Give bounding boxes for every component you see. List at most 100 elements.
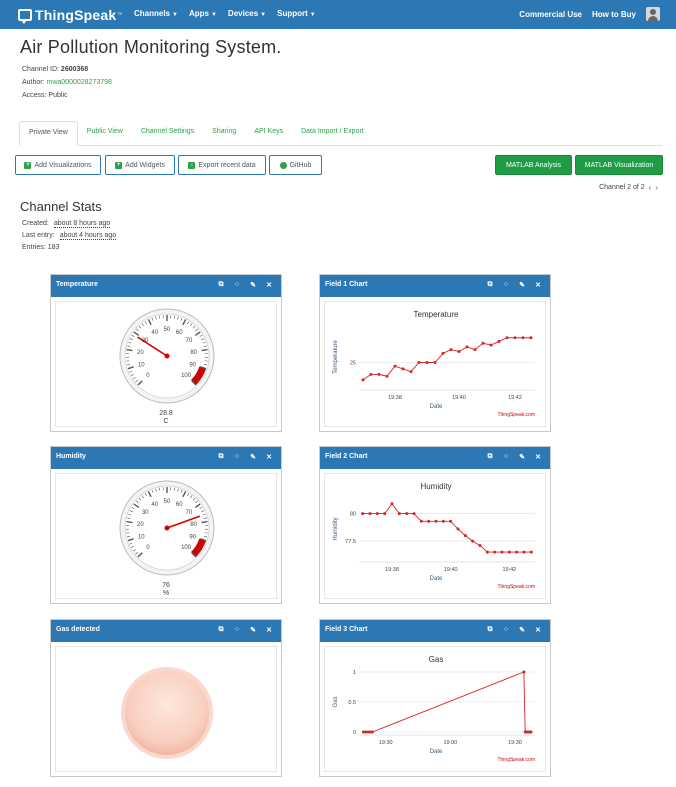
data-point: [425, 361, 429, 364]
popout-icon[interactable]: ⧉: [217, 453, 225, 461]
nav-menu: Channels ▼ Apps ▼ Devices ▼ Support ▼: [134, 9, 316, 18]
field1-line-chart: Temperature 25 19:38 19:40 19:42 Date Temperat…: [333, 310, 535, 418]
pencil-icon[interactable]: ✎: [518, 453, 526, 461]
close-icon[interactable]: ✕: [534, 626, 542, 634]
nav-commercial-use[interactable]: Commercial Use: [519, 10, 582, 19]
x-tick-label: 19:00: [443, 740, 457, 746]
thingspeak-logo[interactable]: ThingSpeak ™: [18, 6, 122, 24]
data-point: [401, 367, 405, 371]
popout-icon[interactable]: ⧉: [486, 281, 494, 289]
gauge-needle-hub: [164, 353, 170, 359]
tab-public-view[interactable]: Public View: [78, 121, 132, 145]
nav-support[interactable]: Support ▼: [277, 9, 316, 18]
comment-icon[interactable]: ○: [502, 453, 510, 461]
y-axis-label: Humidity: [333, 517, 339, 540]
pencil-icon[interactable]: ✎: [518, 626, 526, 634]
x-tick-label: 19:40: [452, 395, 466, 401]
field3-chart-widget: Field 3 Chart ⧉ ○ ✎ ✕ Gas 1 0.5 0 19:30 19:00 19:…: [319, 619, 551, 777]
channel-author: Author: mwa0000028273798: [22, 79, 112, 86]
field1-chart-widget: Field 1 Chart ⧉ ○ ✎ ✕ Temperature 25 19:38 19:…: [319, 274, 551, 432]
data-point: [513, 336, 517, 340]
gauge-tick-label: 60: [176, 330, 183, 336]
chevron-left-icon[interactable]: ‹: [649, 183, 652, 192]
x-tick-label: 19:30: [508, 740, 522, 746]
popout-icon[interactable]: ⧉: [486, 626, 494, 634]
gauge-major-tick: [201, 520, 208, 524]
tab-private-view[interactable]: Private View: [19, 121, 78, 146]
popout-icon[interactable]: ⧉: [217, 626, 225, 634]
gauge-unit: C: [163, 418, 169, 425]
popout-icon[interactable]: ⧉: [217, 281, 225, 289]
data-point: [485, 550, 489, 554]
tab-api-keys[interactable]: API Keys: [245, 121, 292, 145]
close-icon[interactable]: ✕: [265, 453, 273, 461]
data-point: [419, 519, 423, 523]
nav-apps[interactable]: Apps ▼: [189, 9, 217, 18]
download-icon: ↓: [188, 161, 196, 169]
y-tick-label: 0: [353, 730, 356, 736]
brand-trademark: ™: [117, 12, 123, 18]
data-point: [529, 550, 533, 554]
close-icon[interactable]: ✕: [265, 281, 273, 289]
tab-channel-settings[interactable]: Channel Settings: [132, 121, 203, 145]
data-point: [515, 550, 519, 554]
close-icon[interactable]: ✕: [265, 626, 273, 634]
chevron-right-icon[interactable]: ›: [655, 183, 658, 192]
gauge-major-tick: [126, 520, 133, 524]
nav-how-to-buy[interactable]: How to Buy: [592, 10, 636, 19]
chat-bubble-icon: [18, 9, 32, 24]
comment-icon[interactable]: ○: [233, 281, 241, 289]
gauge-panel: 0 10 20 30 40 50 60 70 80 90 100 76 %: [55, 473, 277, 599]
gauge-tick-label: 50: [164, 327, 171, 333]
gas-detected-widget: Gas detected ⧉ ○ ✎ ✕: [50, 619, 282, 777]
matlab-visualization-button[interactable]: MATLAB Visualization: [575, 155, 663, 175]
comment-icon[interactable]: ○: [502, 281, 510, 289]
widget-title: Field 1 Chart: [325, 281, 368, 288]
x-axis-label: Date: [430, 576, 443, 582]
pager-text: Channel 2 of 2: [599, 184, 645, 191]
author-link[interactable]: mwa0000028273798: [47, 79, 112, 86]
tab-data-import-export[interactable]: Data Import / Export: [292, 121, 373, 145]
close-icon[interactable]: ✕: [534, 281, 542, 289]
x-axis-label: Date: [430, 749, 443, 755]
widget-title: Gas detected: [56, 626, 100, 633]
popout-icon[interactable]: ⧉: [486, 453, 494, 461]
comment-icon[interactable]: ○: [233, 626, 241, 634]
x-tick-label: 19:30: [379, 740, 393, 746]
tab-sharing[interactable]: Sharing: [203, 121, 245, 145]
data-point: [441, 351, 445, 355]
close-icon[interactable]: ✕: [534, 453, 542, 461]
field2-chart-widget: Field 2 Chart ⧉ ○ ✎ ✕ Humidity 80 77.5 19:38 19…: [319, 446, 551, 604]
y-tick-label: 0.5: [348, 700, 356, 706]
pencil-icon[interactable]: ✎: [249, 626, 257, 634]
chart-title: Humidity: [420, 482, 451, 491]
data-point: [449, 519, 453, 523]
nav-channels[interactable]: Channels ▼: [134, 9, 178, 18]
stat-last-entry: Last entry: about 4 hours ago: [22, 232, 117, 240]
data-point: [405, 512, 409, 516]
humidity-gauge-widget: Humidity ⧉ ○ ✎ ✕ 0 10 20 30 40 50 60 70 80 90 100 76 …: [50, 446, 282, 604]
pencil-icon[interactable]: ✎: [518, 281, 526, 289]
data-point: [481, 341, 485, 345]
gauge-unit: %: [162, 590, 170, 597]
github-button[interactable]: GitHub: [269, 155, 322, 175]
user-avatar[interactable]: [646, 7, 660, 21]
plus-icon: +: [24, 161, 32, 169]
nav-devices[interactable]: Devices ▼: [228, 9, 266, 18]
data-point: [412, 512, 416, 516]
widget-title: Field 2 Chart: [325, 453, 368, 460]
export-recent-data-button[interactable]: ↓ Export recent data: [178, 155, 266, 175]
gauge-tick-label: 20: [137, 350, 144, 356]
data-point: [478, 544, 482, 547]
add-visualizations-button[interactable]: + Add Visualizations: [15, 155, 101, 175]
comment-icon[interactable]: ○: [502, 626, 510, 634]
gauge-tick-label: 80: [190, 522, 197, 528]
pencil-icon[interactable]: ✎: [249, 453, 257, 461]
matlab-analysis-button[interactable]: MATLAB Analysis: [495, 155, 572, 175]
gauge-tick-label: 20: [137, 522, 144, 528]
data-point: [449, 348, 453, 352]
data-point: [397, 512, 401, 516]
comment-icon[interactable]: ○: [233, 453, 241, 461]
pencil-icon[interactable]: ✎: [249, 281, 257, 289]
add-widgets-button[interactable]: + Add Widgets: [105, 155, 175, 175]
